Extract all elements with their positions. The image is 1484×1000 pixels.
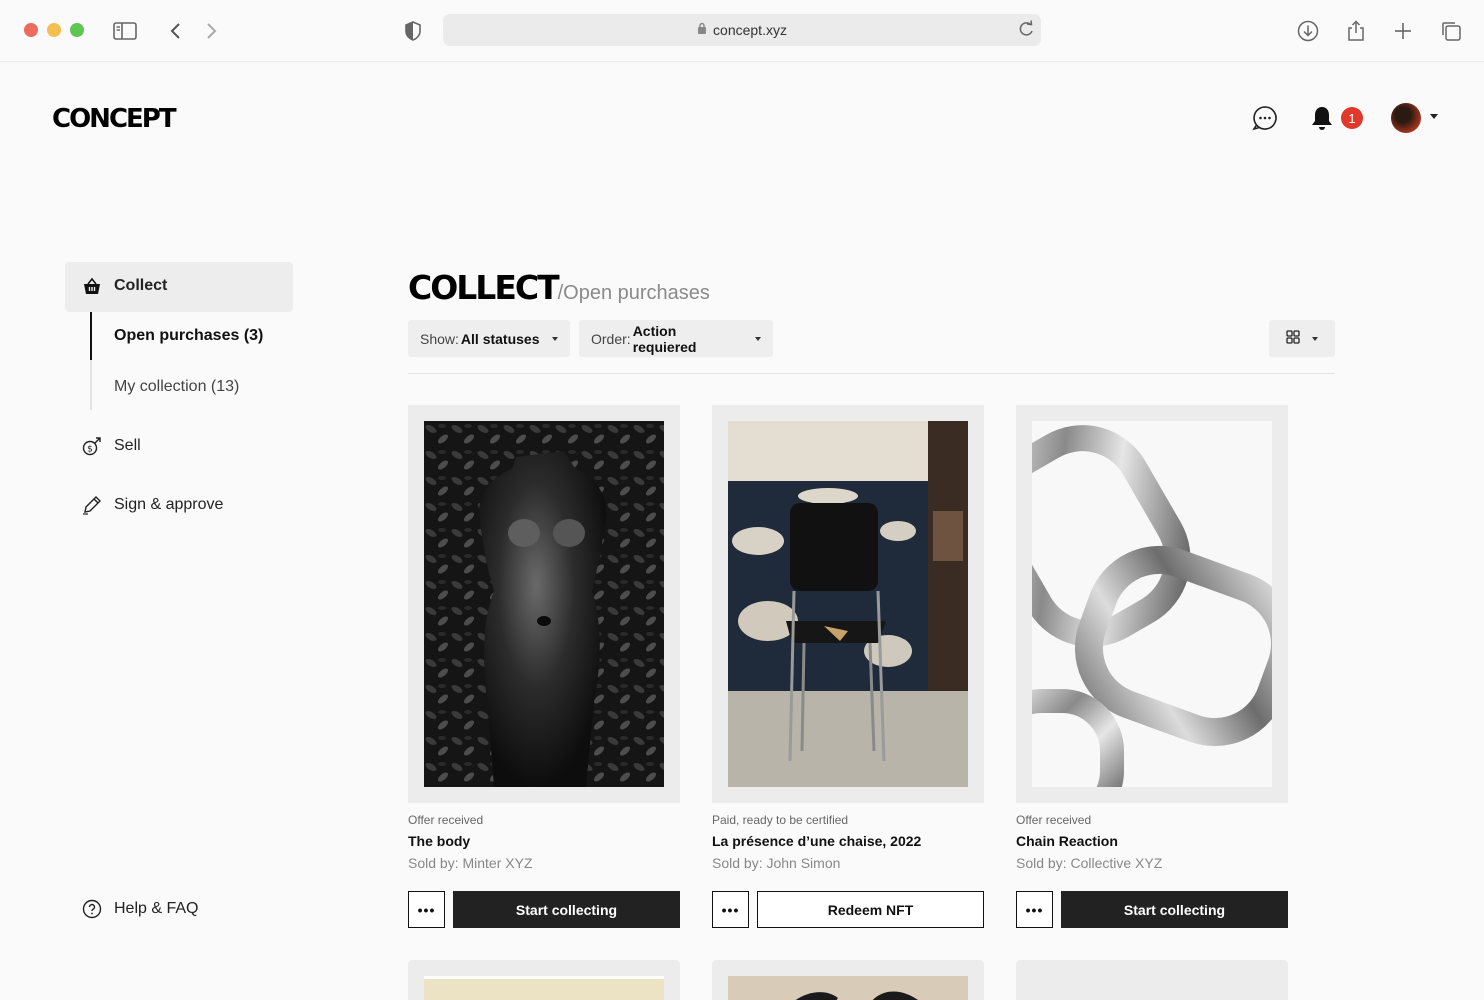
sidebar-item-label: Sell	[114, 437, 141, 454]
back-icon[interactable]	[162, 18, 188, 44]
zoom-window-button[interactable]	[70, 23, 84, 37]
forward-icon[interactable]	[199, 18, 225, 44]
chevron-down-icon[interactable]	[1430, 114, 1438, 119]
card-seller: Sold by: Collective XYZ	[1016, 855, 1163, 871]
lock-icon	[697, 22, 707, 38]
card-seller: Sold by: John Simon	[712, 855, 841, 871]
tab-overview-icon[interactable]	[1438, 18, 1464, 44]
filter-label: Show:	[420, 330, 459, 347]
notification-badge: 1	[1341, 107, 1363, 129]
filter-value: Action requiered	[632, 322, 697, 355]
start-collecting-button[interactable]: Start collecting	[1061, 891, 1288, 928]
artwork-frame[interactable]	[408, 405, 680, 803]
artwork-image-partial	[424, 976, 664, 1000]
divider	[408, 373, 1335, 374]
card-title[interactable]: The body	[408, 833, 470, 849]
privacy-shield-icon[interactable]	[400, 18, 426, 44]
caret-down-icon	[1312, 336, 1318, 341]
sidebar-item-label: Collect	[114, 277, 168, 294]
card-title[interactable]: La présence d’une chaise, 2022	[712, 833, 921, 849]
more-options-button[interactable]: •••	[408, 891, 445, 928]
card-status: Offer received	[408, 813, 484, 827]
card-status: Offer received	[1016, 813, 1092, 827]
download-icon[interactable]	[1295, 18, 1321, 44]
subnav-track	[90, 312, 92, 410]
close-window-button[interactable]	[24, 23, 38, 37]
help-faq-link[interactable]: Help & FAQ	[82, 899, 198, 919]
card-status: Paid, ready to be certified	[712, 813, 849, 827]
avatar[interactable]	[1391, 103, 1421, 133]
redeem-nft-button[interactable]: Redeem NFT	[757, 891, 984, 928]
filter-value: All statuses	[460, 330, 540, 347]
artwork-card-partial[interactable]	[408, 960, 680, 1000]
filter-label: Order:	[591, 330, 631, 347]
url-text: concept.xyz	[713, 22, 787, 38]
chat-icon[interactable]	[1252, 105, 1278, 131]
artwork-image-chain	[1032, 421, 1272, 787]
grid-view-icon	[1286, 330, 1300, 347]
view-toggle-dropdown[interactable]	[1269, 320, 1335, 357]
artwork-card: Offer received Chain Reaction Sold by: C…	[1016, 405, 1288, 928]
artwork-card: Paid, ready to be certified La présence …	[712, 405, 984, 928]
sidebar-item-label: Sign & approve	[114, 496, 224, 513]
site-logo[interactable]: CONCEPT	[52, 104, 177, 134]
bell-icon[interactable]	[1310, 105, 1334, 131]
page-title: COLLECT /Open purchases	[408, 268, 710, 307]
reload-icon[interactable]	[1017, 19, 1035, 42]
artwork-frame[interactable]	[1016, 405, 1288, 803]
artwork-card: Offer received The body Sold by: Minter …	[408, 405, 680, 928]
artwork-frame[interactable]	[712, 405, 984, 803]
address-bar[interactable]: concept.xyz	[443, 14, 1041, 46]
caret-down-icon	[755, 336, 761, 341]
order-filter-dropdown[interactable]: Order: Action requiered	[579, 320, 773, 357]
sidebar-toggle-icon[interactable]	[112, 18, 138, 44]
start-collecting-button[interactable]: Start collecting	[453, 891, 680, 928]
new-tab-icon[interactable]	[1390, 18, 1416, 44]
minimize-window-button[interactable]	[47, 23, 61, 37]
share-icon[interactable]	[1343, 18, 1369, 44]
sidebar-item-my-collection[interactable]: My collection (13)	[114, 378, 239, 396]
artwork-image-partial	[728, 976, 968, 1000]
page-title-text: COLLECT	[408, 268, 560, 307]
sidebar-item-sign-approve[interactable]: Sign & approve	[82, 495, 223, 515]
more-options-button[interactable]: •••	[1016, 891, 1053, 928]
basket-icon	[82, 276, 102, 296]
svg-text:$: $	[87, 445, 93, 455]
coin-arrow-icon: $	[82, 436, 102, 456]
sidebar-item-sell[interactable]: $ Sell	[82, 436, 141, 456]
breadcrumb: /Open purchases	[557, 282, 710, 304]
pen-icon	[82, 495, 102, 515]
card-seller: Sold by: Minter XYZ	[408, 855, 533, 871]
sidebar-item-open-purchases[interactable]: Open purchases (3)	[114, 327, 263, 345]
help-label: Help & FAQ	[114, 900, 199, 917]
artwork-image-sculpture	[424, 421, 664, 787]
artwork-card-partial[interactable]	[712, 960, 984, 1000]
status-filter-dropdown[interactable]: Show: All statuses	[408, 320, 570, 357]
card-title[interactable]: Chain Reaction	[1016, 833, 1118, 849]
more-options-button[interactable]: •••	[712, 891, 749, 928]
browser-toolbar: concept.xyz	[0, 0, 1484, 62]
sidebar-item-collect[interactable]: Collect	[82, 276, 167, 296]
artwork-image-chair	[728, 421, 968, 787]
help-icon	[82, 899, 102, 919]
caret-down-icon	[551, 336, 558, 341]
artwork-card-partial[interactable]	[1016, 960, 1288, 1000]
